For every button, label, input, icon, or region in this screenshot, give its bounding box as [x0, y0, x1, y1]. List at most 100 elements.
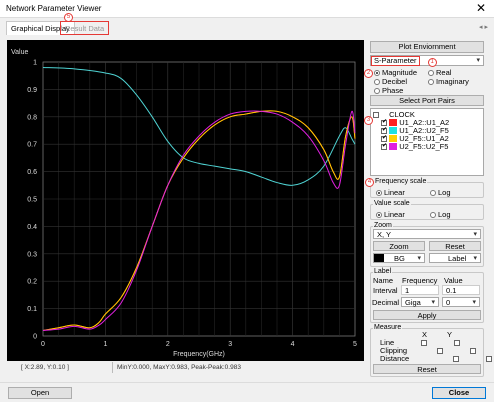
y-tick-label: 0.5: [27, 197, 37, 204]
label-color-select[interactable]: Label ▾: [429, 253, 481, 263]
checkbox-line-x[interactable]: [421, 340, 427, 346]
plot-environment-button[interactable]: Plot Enviornment: [370, 41, 484, 53]
interval-value-input[interactable]: 0.1: [442, 285, 480, 295]
close-button[interactable]: Close: [432, 387, 486, 399]
callout-3: 3: [364, 116, 373, 125]
zoom-reset-button[interactable]: Reset: [429, 241, 481, 251]
interval-label: Interval: [373, 286, 398, 295]
freq-linear-label: Linear: [384, 188, 405, 197]
value-log-label: Log: [438, 210, 451, 219]
close-icon[interactable]: ✕: [476, 1, 486, 15]
tab-strip: Graphical Display Result Data 5: [4, 13, 490, 35]
checkbox-distance-y[interactable]: [486, 356, 493, 362]
checkbox-pair-4[interactable]: [381, 142, 387, 150]
radio-decibel[interactable]: Decibel: [374, 77, 407, 86]
radio-imaginary[interactable]: Imaginary: [428, 77, 469, 86]
open-button[interactable]: Open: [8, 387, 72, 399]
checkbox-line-y[interactable]: [454, 340, 461, 346]
radio-value-log-icon: [430, 212, 436, 218]
callout-4: 4: [365, 178, 374, 187]
window-title: Network Parameter Viewer: [6, 4, 102, 13]
frequency-column-header: Frequency: [402, 276, 438, 285]
measure-title: Measure: [373, 324, 403, 331]
label-color-label: Label: [448, 254, 467, 263]
radio-real-icon: [428, 70, 434, 76]
radio-magnitude-icon: [374, 70, 380, 76]
apply-button[interactable]: Apply: [373, 310, 481, 320]
x-tick-label: 0: [41, 341, 45, 348]
s-parameter-chart[interactable]: 0 1 2 3 4 5 0 0.1 0.2 0.3 0.4 0.5 0.6 0.7 0.8 0.9 1 Value…: [7, 40, 364, 361]
status-divider: [112, 362, 113, 373]
bg-color-select[interactable]: BG ▾: [373, 253, 425, 263]
callout-5: 5: [64, 13, 73, 22]
radio-imaginary-label: Imaginary: [436, 77, 469, 86]
checkbox-clock[interactable]: [373, 112, 379, 118]
select-port-pairs-button[interactable]: Select Port Pairs: [370, 95, 484, 106]
zoom-button[interactable]: Zoom: [373, 241, 425, 251]
chevron-down-icon: ▾: [473, 231, 477, 238]
chevron-down-icon: ▾: [476, 57, 480, 64]
y-tick-label: 0.4: [27, 224, 37, 231]
y-tick-label: 1: [33, 60, 37, 67]
radio-phase-icon: [374, 88, 380, 94]
radio-decibel-icon: [374, 79, 380, 85]
measure-y-header: Y: [447, 330, 453, 339]
port-pairs-list: CLOCK U1_A2::U1_A2 U1_A2::U2_F5 U2_F5::U…: [370, 108, 484, 176]
x-tick-label: 2: [166, 341, 170, 348]
radio-phase[interactable]: Phase: [374, 86, 403, 95]
measure-reset-button[interactable]: Reset: [373, 364, 481, 374]
radio-freq-log[interactable]: Log: [430, 188, 451, 197]
decimal-value-select[interactable]: 0 ▾: [442, 297, 480, 307]
checkbox-clipping-x[interactable]: [437, 348, 444, 354]
radio-phase-label: Phase: [382, 86, 404, 95]
decimal-unit-select[interactable]: Giga ▾: [401, 297, 439, 307]
radio-real[interactable]: Real: [428, 68, 451, 77]
x-tick-label: 1: [103, 341, 107, 348]
side-panel: Plot Enviornment S-Parameter 1 ▾ 2 Magni…: [364, 40, 493, 378]
decimal-unit-value: Giga: [405, 298, 421, 307]
color-swatch: [389, 143, 398, 150]
radio-imaginary-icon: [428, 79, 434, 85]
chevron-down-icon: ▾: [473, 255, 477, 262]
parameter-type-select[interactable]: S-Parameter 1 ▾: [370, 55, 484, 67]
color-swatch: [389, 127, 398, 134]
y-tick-label: 0: [33, 334, 37, 341]
x-tick-label: 3: [228, 341, 232, 348]
name-column-header: Name: [373, 276, 394, 285]
cursor-coordinates: [ X:2.89, Y:0.10 ]: [21, 364, 69, 371]
radio-freq-linear[interactable]: Linear: [376, 188, 405, 197]
title-bar: Network Parameter Viewer ✕: [0, 0, 494, 18]
radio-value-linear[interactable]: Linear: [376, 210, 405, 219]
radio-magnitude[interactable]: Magnitude: [374, 68, 417, 77]
zoom-axis-value: X, Y: [377, 230, 392, 239]
y-axis-label: Value: [11, 49, 28, 56]
measure-distance-label: Distance: [380, 354, 410, 363]
chevron-down-icon: ▾: [431, 299, 435, 306]
measure-x-header: X: [422, 330, 428, 339]
radio-real-label: Real: [436, 68, 452, 77]
x-tick-label: 5: [353, 341, 357, 348]
radio-value-log[interactable]: Log: [430, 210, 451, 219]
color-swatch: [389, 119, 398, 126]
tab-scroll-arrows-icon[interactable]: ◂ ▸: [479, 23, 488, 31]
x-tick-label: 4: [291, 341, 295, 348]
radio-freq-log-icon: [430, 190, 436, 196]
y-tick-label: 0.7: [27, 142, 37, 149]
x-axis-label: Frequency(GHz): [173, 351, 225, 358]
y-tick-label: 0.6: [27, 169, 37, 176]
color-swatch: [389, 135, 398, 142]
tab-result-data[interactable]: Result Data: [60, 21, 110, 35]
zoom-title: Zoom: [373, 222, 393, 229]
decimal-label: Decimal: [372, 298, 400, 307]
value-column-header: Value: [444, 276, 463, 285]
checkbox-distance-x[interactable]: [453, 356, 460, 362]
list-item[interactable]: U2_F5::U2_F5: [381, 142, 448, 151]
chevron-down-icon: ▾: [472, 299, 476, 306]
freq-log-label: Log: [438, 188, 451, 197]
checkbox-clipping-y[interactable]: [470, 348, 477, 354]
radio-value-linear-icon: [376, 212, 382, 218]
y-tick-label: 0.1: [27, 306, 37, 313]
interval-frequency-input[interactable]: 1: [401, 285, 439, 295]
zoom-axis-select[interactable]: X, Y ▾: [373, 229, 481, 239]
radio-decibel-label: Decibel: [382, 77, 408, 86]
